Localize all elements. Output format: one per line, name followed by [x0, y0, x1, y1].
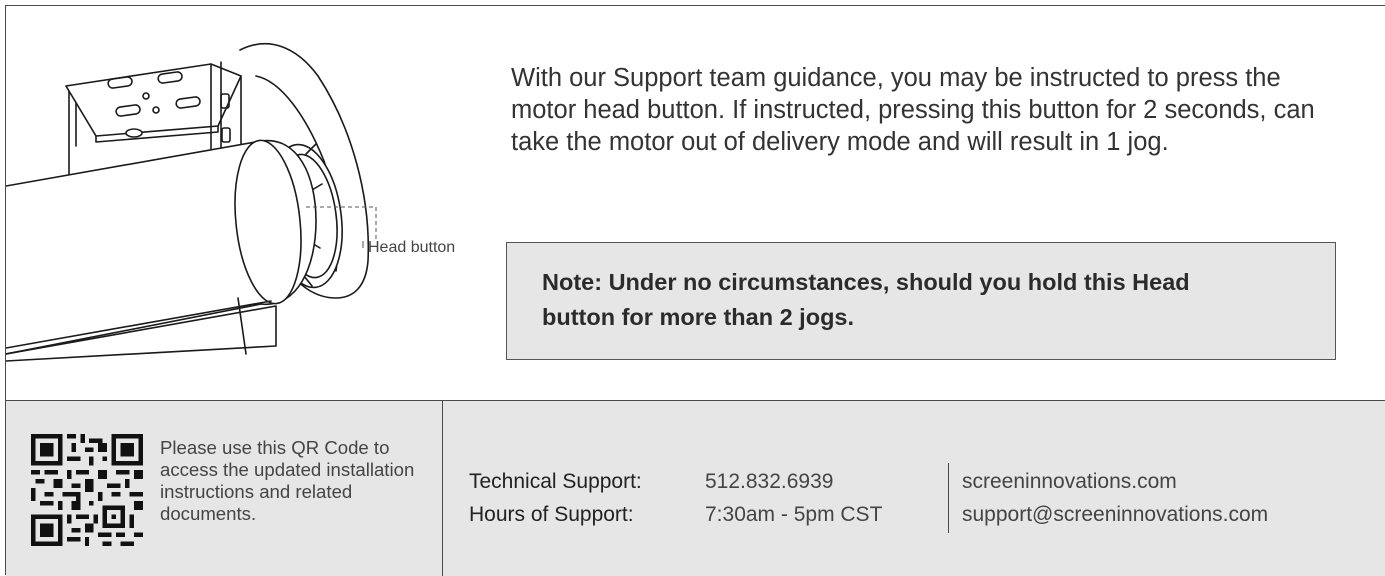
support-email-link[interactable]: support@screeninnovations.com — [962, 498, 1268, 531]
contact-divider — [948, 463, 949, 533]
technical-support-label: Technical Support: — [469, 470, 642, 493]
website-link[interactable]: screeninnovations.com — [962, 465, 1268, 498]
head-button-callout: Head button — [368, 239, 456, 256]
technical-support-phone[interactable]: 512.832.6939 — [705, 465, 927, 498]
qr-code-icon[interactable] — [31, 434, 143, 546]
contact-info: screeninnovations.com support@screeninno… — [962, 465, 1268, 531]
support-info: Technical Support: 512.832.6939 Hours of… — [469, 465, 927, 531]
note-text: Note: Under no circumstances, should you… — [542, 269, 1190, 330]
hours-label: Hours of Support: — [469, 503, 634, 526]
note-box: Note: Under no circumstances, should you… — [506, 242, 1336, 360]
hours-value: 7:30am - 5pm CST — [705, 503, 883, 526]
technical-support-row: Technical Support: 512.832.6939 — [469, 465, 927, 498]
hours-row: Hours of Support: 7:30am - 5pm CST — [469, 498, 927, 531]
instruction-section: Head button With our Support team guidan… — [6, 6, 1385, 401]
page-frame: Head button With our Support team guidan… — [5, 5, 1385, 576]
footer-divider — [442, 401, 443, 576]
motor-head-illustration — [6, 42, 377, 362]
instruction-text: With our Support team guidance, you may … — [511, 64, 1315, 156]
footer: Please use this QR Code to access the up… — [6, 401, 1385, 576]
qr-code-text: Please use this QR Code to access the up… — [160, 437, 415, 524]
